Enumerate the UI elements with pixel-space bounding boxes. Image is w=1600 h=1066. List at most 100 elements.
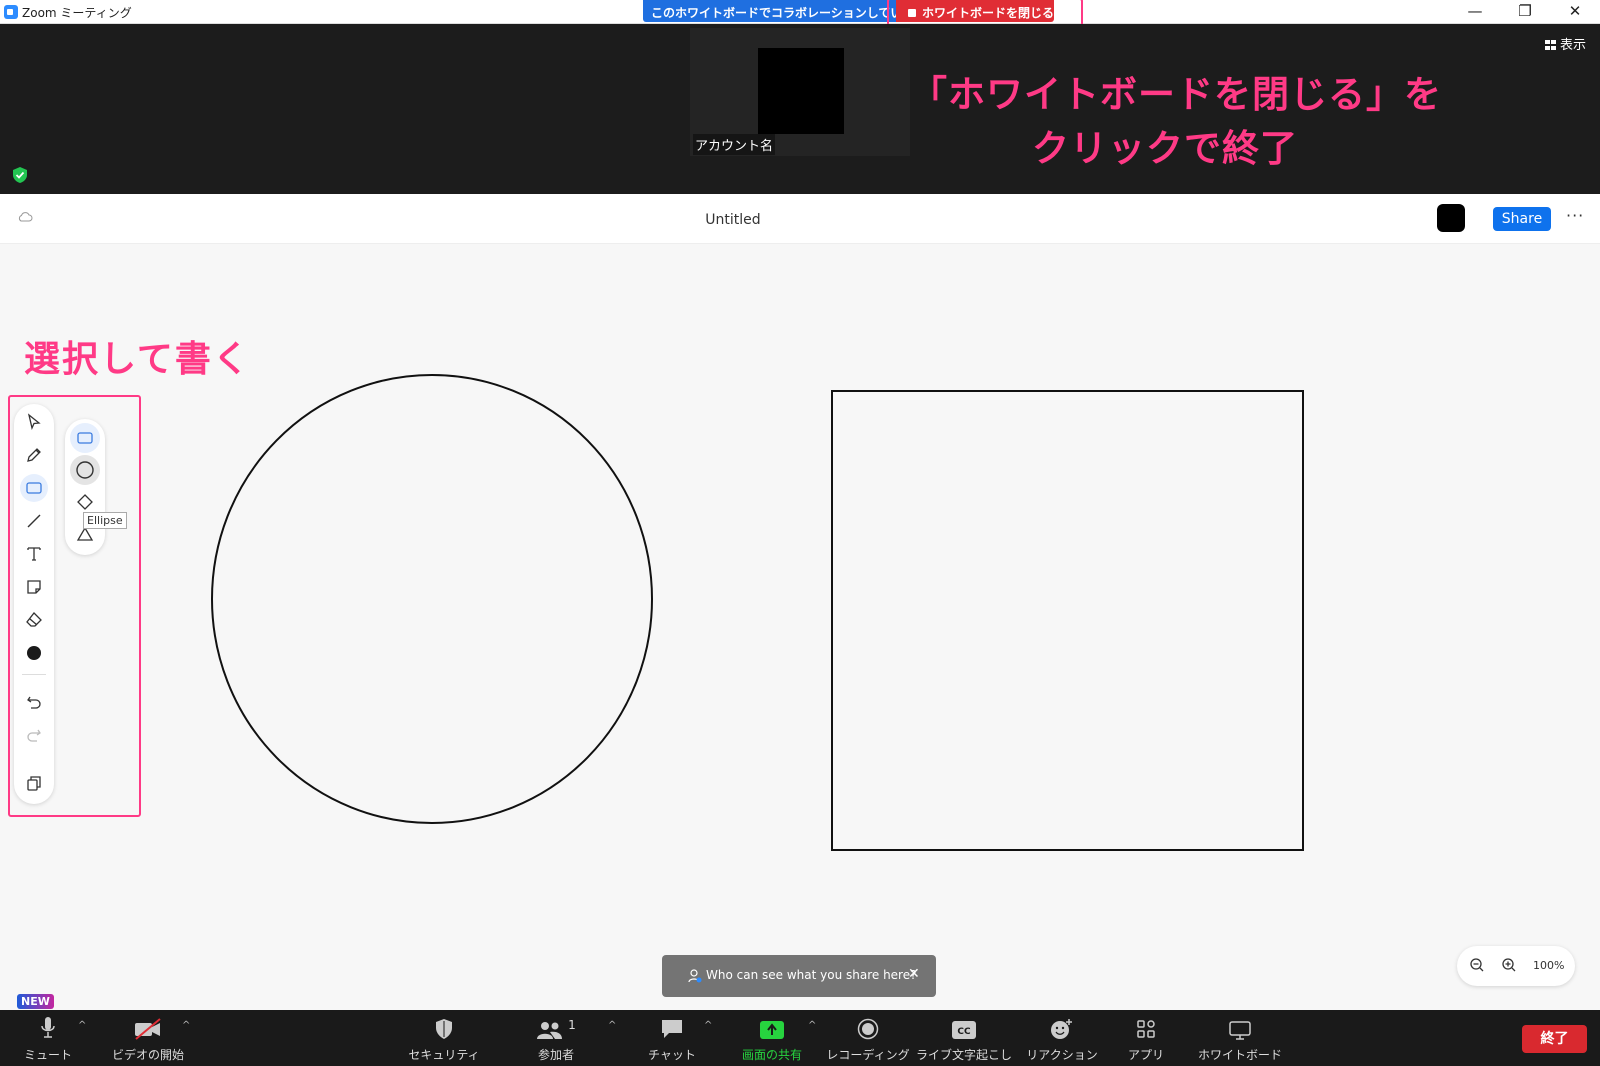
annotation-close-instruction-line2: クリックで終了: [1032, 127, 1298, 170]
text-icon: [27, 547, 41, 561]
live-transcript-label: ライブ文字起こし: [916, 1048, 1013, 1062]
color-tool[interactable]: [20, 639, 48, 667]
recording-button[interactable]: レコーディング: [826, 1010, 910, 1066]
templates-button[interactable]: [20, 770, 48, 798]
share-visibility-toast: Who can see what you share here? ✕: [662, 955, 936, 997]
sticky-note-tool[interactable]: [20, 573, 48, 601]
zoom-logo-icon: [4, 5, 18, 19]
participants-icon: [537, 1022, 563, 1039]
person-icon: [688, 969, 702, 983]
share-screen-button[interactable]: 画面の共有: [730, 1010, 814, 1066]
rectangle-option[interactable]: [70, 423, 100, 453]
annotation-select-and-draw: 選択して書く: [24, 339, 251, 380]
text-tool[interactable]: [20, 540, 48, 568]
view-label: 表示: [1559, 38, 1586, 53]
video-options-caret[interactable]: ^: [182, 1020, 190, 1031]
record-icon: [857, 1018, 879, 1040]
video-off-icon: [135, 1018, 161, 1040]
mute-button[interactable]: ミュート: [16, 1010, 80, 1066]
participants-options-caret[interactable]: ^: [608, 1020, 616, 1031]
undo-icon: [27, 696, 41, 709]
participants-count: 1: [568, 1018, 576, 1032]
chat-options-caret[interactable]: ^: [704, 1020, 712, 1031]
audio-options-caret[interactable]: ^: [78, 1020, 86, 1031]
close-window-button[interactable]: ✕: [1560, 2, 1590, 20]
zoom-control: 100%: [1457, 946, 1575, 986]
sticky-note-icon: [27, 580, 41, 594]
ellipse-tooltip: Ellipse: [83, 512, 127, 529]
apps-icon: [1137, 1020, 1155, 1038]
recording-label: レコーディング: [826, 1048, 910, 1062]
zoom-in-icon[interactable]: [1501, 957, 1517, 973]
share-options-caret[interactable]: ^: [808, 1020, 816, 1031]
live-transcript-button[interactable]: CC ライブ文字起こし: [916, 1010, 1012, 1066]
zoom-level[interactable]: 100%: [1533, 959, 1564, 972]
toast-close-icon[interactable]: ✕: [908, 966, 920, 982]
security-label: セキュリティ: [408, 1048, 480, 1062]
whiteboard-toolbar: [14, 404, 54, 804]
eraser-tool[interactable]: [20, 606, 48, 634]
start-video-button[interactable]: ビデオの開始: [108, 1010, 188, 1066]
whiteboard-icon: [1229, 1021, 1251, 1040]
redo-icon: [27, 729, 41, 742]
rectangle-icon: [26, 482, 42, 494]
toolbar-divider: [22, 674, 46, 675]
toast-message[interactable]: Who can see what you share here?: [706, 968, 916, 982]
redo-button[interactable]: [20, 721, 48, 749]
participants-label: 参加者: [537, 1048, 574, 1062]
pen-icon: [27, 448, 41, 462]
templates-icon: [27, 776, 41, 791]
share-screen-label: 画面の共有: [741, 1048, 802, 1062]
closed-caption-icon: CC: [952, 1021, 976, 1039]
window-title: Zoom ミーティング: [22, 6, 132, 20]
rectangle-icon: [77, 432, 93, 444]
undo-button[interactable]: [20, 688, 48, 716]
svg-text:CC: CC: [957, 1027, 971, 1037]
shield-icon: [436, 1019, 452, 1039]
minimize-button[interactable]: —: [1460, 2, 1490, 20]
eraser-icon: [26, 612, 42, 627]
more-options-button[interactable]: ···: [1566, 206, 1584, 225]
ellipse-option[interactable]: [70, 455, 100, 485]
chat-button[interactable]: チャット: [634, 1010, 710, 1066]
start-video-label: ビデオの開始: [111, 1048, 184, 1062]
whiteboard-button[interactable]: ホワイトボード: [1196, 1010, 1284, 1066]
chat-icon: [662, 1020, 682, 1038]
participant-name: アカウント名: [693, 134, 776, 155]
end-meeting-button[interactable]: 終了: [1522, 1025, 1587, 1053]
drawn-circle[interactable]: [211, 374, 653, 824]
drawn-rectangle[interactable]: [831, 390, 1304, 851]
apps-label: アプリ: [1127, 1048, 1164, 1062]
color-dot-icon: [27, 646, 41, 660]
whiteboard-label: ホワイトボード: [1197, 1048, 1282, 1062]
ellipse-icon: [76, 461, 94, 479]
line-icon: [27, 514, 41, 528]
select-tool[interactable]: [20, 408, 48, 436]
participant-video: [758, 48, 844, 134]
grid-icon: [1544, 40, 1556, 50]
new-badge: NEW: [17, 994, 54, 1009]
whiteboard-title[interactable]: Untitled: [700, 212, 766, 228]
pen-tool[interactable]: [20, 441, 48, 469]
annotation-close-instruction-line1: 「ホワイトボードを閉じる」を: [910, 73, 1442, 116]
meeting-controls-bar: ミュート ^ ビデオの開始 ^ セキュリティ 1 参加者 ^ チャット ^ 画面…: [0, 1010, 1600, 1066]
view-button[interactable]: 表示: [1544, 34, 1586, 53]
color-swatch[interactable]: [1437, 204, 1465, 232]
participant-tile[interactable]: アカウント名: [690, 28, 910, 156]
share-screen-icon: [760, 1021, 784, 1039]
security-shield-icon: [13, 167, 27, 183]
participants-button[interactable]: 1 参加者: [516, 1010, 596, 1066]
security-button[interactable]: セキュリティ: [404, 1010, 484, 1066]
shape-options-panel: [65, 419, 105, 555]
apps-button[interactable]: アプリ: [1110, 1010, 1182, 1066]
shape-tool[interactable]: [20, 474, 48, 502]
mute-label: ミュート: [23, 1048, 72, 1062]
reaction-emoji-icon: [1051, 1019, 1072, 1039]
share-button[interactable]: Share: [1493, 207, 1551, 231]
line-tool[interactable]: [20, 507, 48, 535]
reactions-button[interactable]: リアクション: [1020, 1010, 1104, 1066]
restore-button[interactable]: ❐: [1510, 2, 1540, 20]
zoom-out-icon[interactable]: [1469, 957, 1485, 973]
cursor-icon: [27, 413, 41, 431]
microphone-icon: [41, 1017, 55, 1038]
